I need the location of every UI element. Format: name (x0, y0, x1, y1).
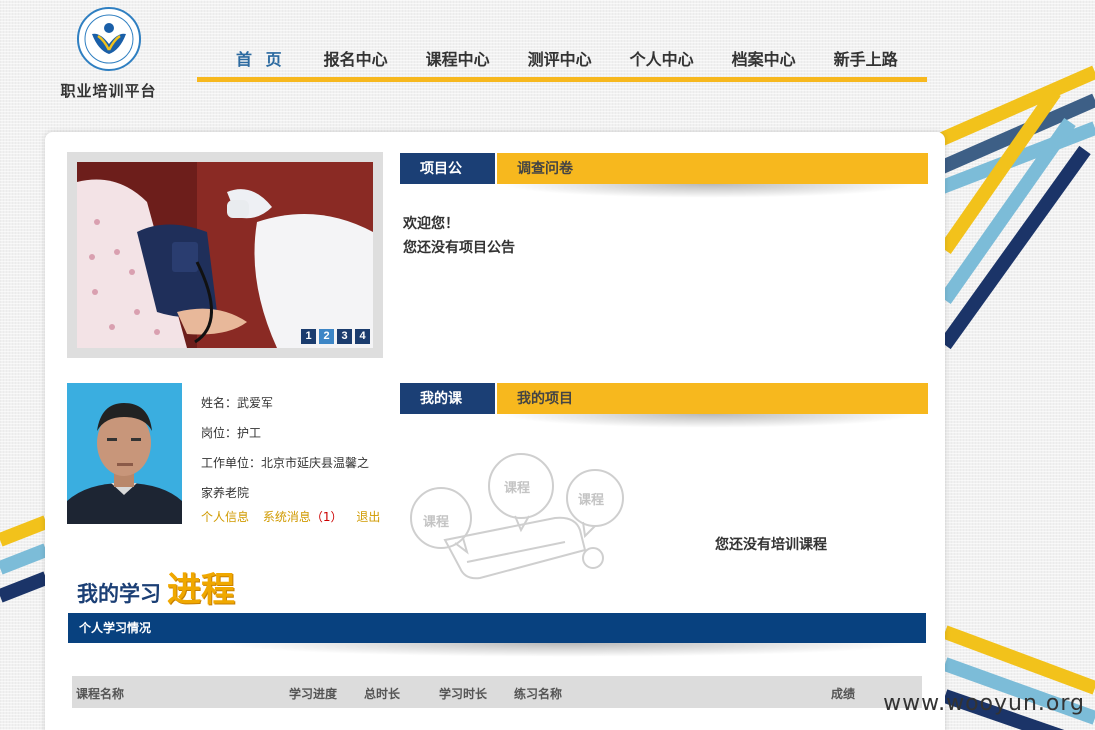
avatar (67, 383, 182, 524)
tab-my-projects[interactable]: 我的项目 (497, 383, 593, 414)
nav-item-personal[interactable]: 个人中心 (611, 40, 713, 77)
announcement-content: 欢迎您！ 您还没有项目公告 (403, 212, 515, 260)
welcome-text: 欢迎您！ (403, 216, 459, 232)
slide-dot-4[interactable]: 4 (355, 329, 370, 344)
tab-project-notice[interactable]: 项目公告 (400, 153, 497, 210)
slide-image[interactable]: 1 2 3 4 (77, 162, 373, 348)
col-exercise-name: 练习名称 (514, 687, 563, 701)
emblem-icon (76, 7, 141, 71)
site-logo[interactable]: 职业培训平台 (56, 6, 161, 101)
progress-table-header: 课程名称 学习进度 总时长 学习时长 练习名称 成绩 (72, 676, 922, 708)
slide-dot-3[interactable]: 3 (337, 329, 352, 344)
tab-survey[interactable]: 调查问卷 (497, 153, 593, 184)
col-score: 成绩 (831, 687, 856, 701)
course-bubble-label-3: 课程 (578, 493, 604, 508)
system-messages-link[interactable]: 系统消息（1） (263, 510, 343, 524)
message-count-badge: （1） (310, 510, 343, 524)
no-notice-text: 您还没有项目公告 (403, 240, 515, 256)
profile-links: 个人信息 系统消息（1） 退出 (201, 508, 390, 525)
profile-employer: 工作单位：北京市延庆县温馨之家养老院 (201, 456, 370, 500)
slide-dot-1[interactable]: 1 (301, 329, 316, 344)
watermark: www.wooyun.org (883, 691, 1085, 716)
profile-position: 岗位：护工 (201, 426, 262, 440)
personal-info-link[interactable]: 个人信息 (201, 510, 249, 524)
profile-info: 姓名：武爱军 岗位：护工 工作单位：北京市延庆县温馨之家养老院 (201, 388, 376, 508)
profile-name: 姓名：武爱军 (201, 396, 274, 410)
nav-item-home[interactable]: 首 页 (217, 40, 305, 77)
empty-course-illustration: 课程 课程 课程 (410, 453, 624, 580)
main-panel: 1 2 3 4 项目公告 调查问卷 欢迎您！ 您还没有项目公告 姓名：武爱军 岗… (45, 132, 945, 730)
course-bubble-label-1: 课程 (423, 515, 449, 530)
nav-item-records[interactable]: 档案中心 (713, 40, 815, 77)
slide-pagination: 1 2 3 4 (301, 329, 370, 344)
banner-small-text: 我的学习 (77, 582, 161, 606)
nav-item-beginner-guide[interactable]: 新手上路 (815, 40, 917, 77)
tab-my-courses[interactable]: 我的课程 (400, 383, 497, 440)
col-course-name: 课程名称 (76, 687, 125, 701)
banner-big-text: 进程 (167, 570, 235, 610)
logout-link[interactable]: 退出 (356, 510, 380, 524)
system-messages-label: 系统消息 (262, 510, 311, 524)
col-progress: 学习进度 (289, 687, 338, 701)
announcement-tabs: 项目公告 调查问卷 (400, 153, 928, 210)
no-course-text: 您还没有培训课程 (715, 537, 827, 553)
learning-progress-banner: 我的学习 进程 (77, 562, 235, 611)
col-total-duration: 总时长 (364, 687, 401, 701)
course-tabs: 我的课程 我的项目 (400, 383, 928, 440)
nurse-blood-pressure-photo (77, 162, 373, 348)
personal-learning-section-title: 个人学习情况 (68, 613, 926, 657)
main-nav: 首 页 报名中心 课程中心 测评中心 个人中心 档案中心 新手上路 (197, 40, 927, 82)
image-slider: 1 2 3 4 (67, 152, 383, 358)
nav-item-assessment[interactable]: 测评中心 (509, 40, 611, 77)
col-study-duration: 学习时长 (439, 687, 488, 701)
platform-name: 职业培训平台 (60, 82, 157, 100)
nav-item-registration[interactable]: 报名中心 (305, 40, 407, 77)
course-bubble-label-2: 课程 (504, 481, 530, 496)
nav-item-courses[interactable]: 课程中心 (407, 40, 509, 77)
slide-dot-2[interactable]: 2 (319, 329, 334, 344)
user-photo (67, 383, 182, 524)
